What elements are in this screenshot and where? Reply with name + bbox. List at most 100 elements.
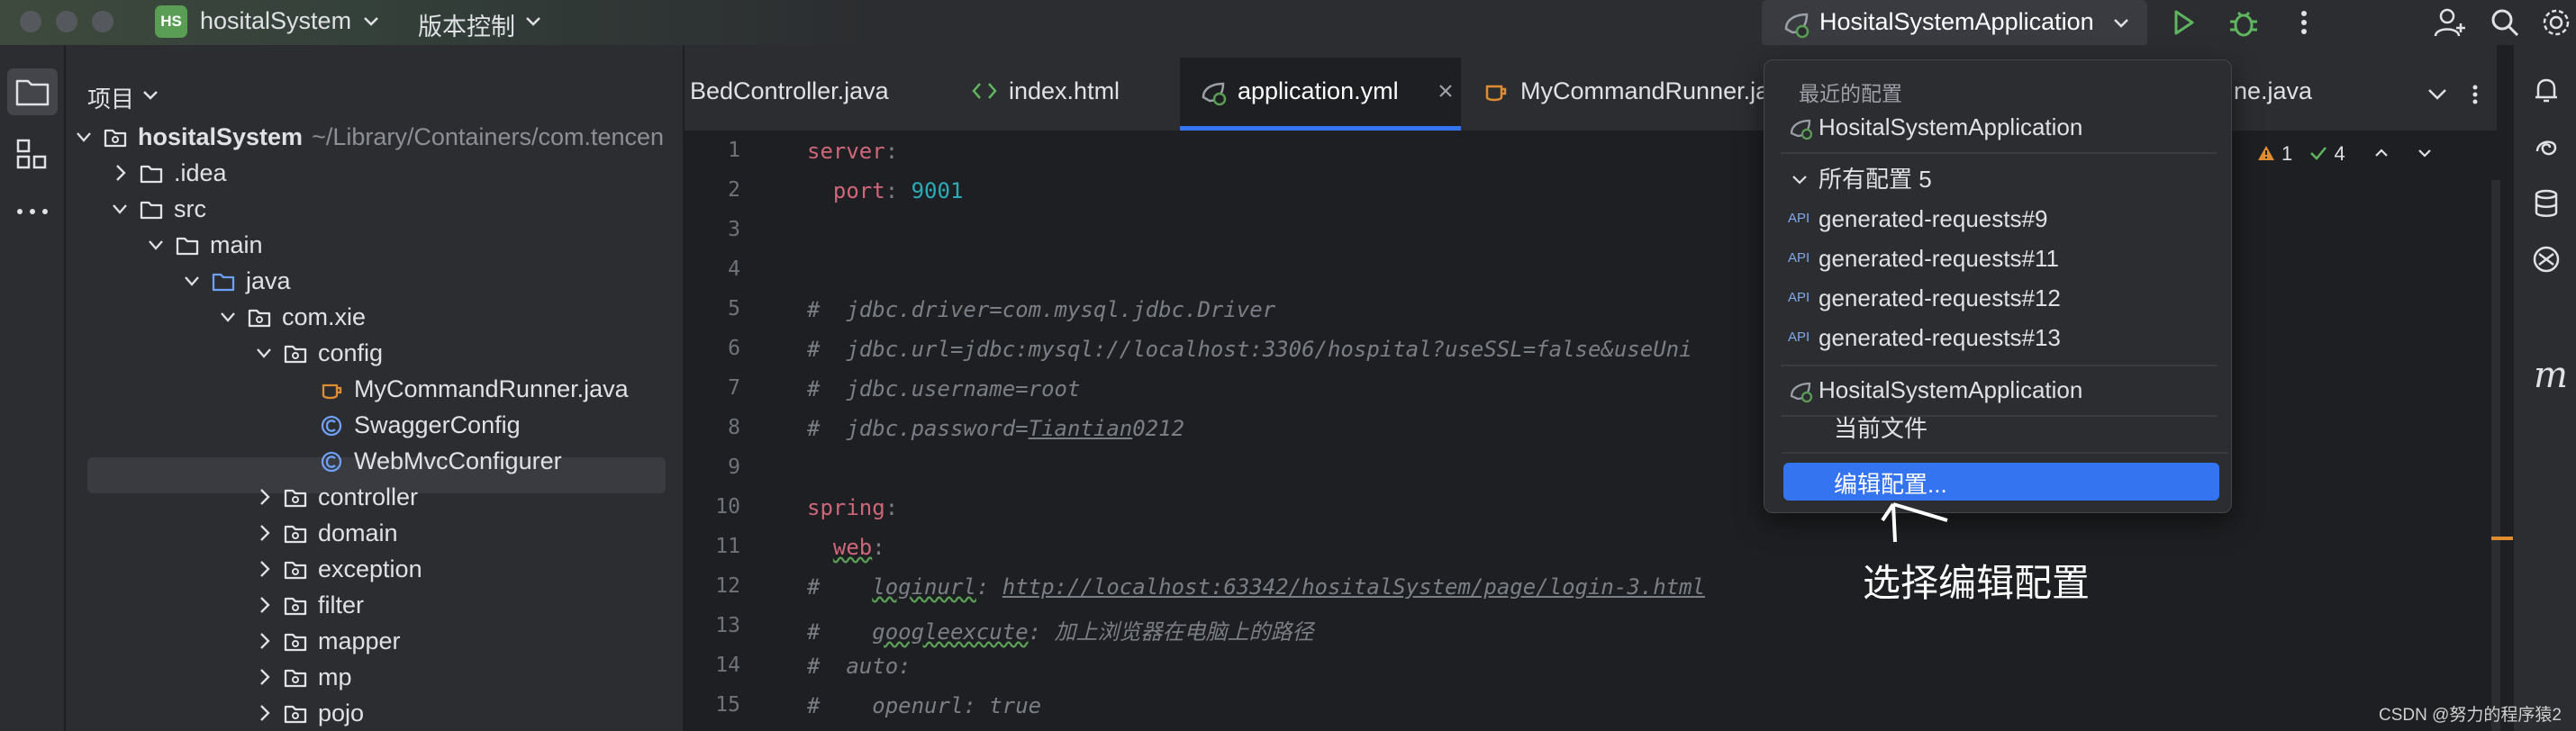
code-line-11[interactable]: web: [807, 535, 885, 560]
config-item[interactable]: API generated-requests#11 [1781, 240, 2217, 276]
notifications-icon[interactable] [2530, 74, 2562, 106]
chevron-down-icon[interactable] [75, 126, 93, 148]
chevron-down-icon[interactable] [111, 198, 129, 220]
tree-row[interactable]: MyCommandRunner.java [291, 371, 660, 407]
line-number: 6 [728, 337, 740, 360]
settings-icon[interactable] [2538, 5, 2574, 40]
chevron-right-icon[interactable] [255, 558, 273, 580]
chevron-right-icon[interactable] [255, 486, 273, 508]
debug-icon[interactable] [2227, 5, 2261, 40]
add-user-icon[interactable] [2432, 5, 2468, 40]
config-item[interactable]: API generated-requests#9 [1781, 201, 2217, 237]
tab-application-yml[interactable]: application.yml [1200, 72, 1461, 113]
code-line-10[interactable]: spring: [807, 495, 898, 520]
tab-ne-java[interactable]: ne.java [2234, 72, 2378, 113]
ai-assistant-icon[interactable] [2530, 131, 2562, 164]
database-icon[interactable] [2530, 187, 2562, 220]
chevron-down-icon[interactable] [255, 342, 273, 364]
chevron-down-icon[interactable] [524, 9, 542, 34]
tree-row[interactable]: java [183, 263, 660, 299]
tree-row[interactable]: .idea [111, 155, 660, 191]
code-line-1[interactable]: server: [807, 139, 898, 164]
run-configuration-selector[interactable]: HositalSystemApplication [1762, 0, 2147, 47]
chevron-down-icon[interactable] [219, 306, 237, 328]
config-item[interactable]: HositalSystemApplication [1781, 372, 2217, 408]
chevron-right-icon[interactable] [255, 522, 273, 544]
code-line-12[interactable]: # loginurl: http://localhost:63342/hosit… [807, 574, 1705, 600]
more-horizontal-icon[interactable] [13, 198, 52, 225]
tree-row[interactable]: config [255, 335, 660, 371]
tree-row[interactable]: WebMvcConfigurer [291, 443, 660, 479]
inspection-status[interactable]: 1 4 [2256, 142, 2434, 166]
code-line-2[interactable]: port: 9001 [807, 178, 964, 203]
tree-row[interactable]: SwaggerConfig [291, 407, 660, 443]
edit-configurations-item[interactable]: 编辑配置... [1783, 463, 2219, 501]
config-item[interactable]: API generated-requests#13 [1781, 320, 2217, 356]
close-window-button[interactable] [20, 11, 41, 32]
recent-configs-header: 最近的配置 [1799, 82, 1902, 105]
chevron-right-icon[interactable] [255, 630, 273, 652]
code-line-15[interactable]: # openurl: true [807, 693, 1041, 718]
tree-row[interactable]: mp [255, 659, 660, 695]
tree-row[interactable]: main [147, 227, 660, 263]
tree-row[interactable]: src [111, 191, 660, 227]
tree-row[interactable]: mapper [255, 623, 660, 659]
annotation-arrow-icon [1881, 502, 1948, 543]
code-line-14[interactable]: # auto: [807, 654, 912, 679]
tree-row[interactable]: pojo [255, 695, 660, 731]
code-line-13[interactable]: # googleexcute: 加上浏览器在电脑上的路径 [807, 614, 1314, 645]
maven-icon[interactable]: m [2534, 355, 2568, 396]
yaml-key: server [807, 139, 885, 164]
package-icon [284, 633, 307, 652]
tree-row[interactable]: controller [255, 479, 660, 515]
chevron-down-icon[interactable] [2416, 144, 2434, 162]
chevron-right-icon[interactable] [255, 594, 273, 616]
tab-mycommandrunner[interactable]: MyCommandRunner.ja [1483, 72, 1769, 113]
search-icon[interactable] [2488, 5, 2522, 40]
zoom-window-button[interactable] [92, 11, 113, 32]
panel-title[interactable]: 项目 [87, 81, 134, 114]
chevron-down-icon[interactable] [141, 85, 159, 106]
vertical-scrollbar[interactable] [2491, 180, 2500, 731]
tab-bedcontroller[interactable]: BedController.java [690, 72, 906, 113]
tree-row[interactable]: domain [255, 515, 660, 551]
chevron-up-icon[interactable] [2372, 144, 2390, 162]
tab-index-html[interactable]: index.html [971, 72, 1169, 113]
comment-link[interactable]: http://localhost:63342/hositalSystem/pag… [1002, 574, 1705, 600]
chevron-right-icon[interactable] [255, 702, 273, 724]
chevron-right-icon[interactable] [111, 162, 129, 184]
line-number: 10 [715, 495, 740, 519]
project-folder-icon[interactable] [14, 76, 50, 108]
tree-row[interactable]: hositalSystem ~/Library/Containers/com.te… [75, 119, 664, 155]
chevron-down-icon[interactable] [362, 9, 380, 34]
tree-label: MyCommandRunner.java [354, 375, 629, 402]
minimize-window-button[interactable] [56, 11, 77, 32]
chevron-down-icon[interactable] [183, 270, 201, 292]
more-vertical-icon[interactable] [2464, 81, 2486, 108]
config-item[interactable]: API generated-requests#12 [1781, 280, 2217, 316]
project-badge[interactable]: HS [155, 5, 187, 38]
tree-row[interactable]: com.xie [219, 299, 660, 335]
chevron-right-icon[interactable] [255, 666, 273, 688]
more-vertical-icon[interactable] [2288, 5, 2320, 40]
close-tab-icon[interactable] [1436, 81, 1456, 101]
tree-row[interactable]: exception [255, 551, 660, 587]
run-icon[interactable] [2167, 5, 2200, 40]
chevron-down-icon[interactable] [147, 234, 165, 256]
all-configs-group[interactable]: 所有配置 5 [1781, 161, 2217, 197]
code-line-5[interactable]: # jdbc.driver=com.mysql.jdbc.Driver [807, 297, 1275, 322]
recent-config-item[interactable]: HositalSystemApplication [1781, 109, 2217, 145]
current-file-item[interactable]: 当前文件 [1780, 411, 2216, 447]
chevron-down-icon[interactable] [2425, 83, 2450, 104]
tree-row[interactable]: filter [255, 587, 660, 623]
structure-icon[interactable] [14, 137, 50, 173]
code-line-6[interactable]: # jdbc.url=jdbc:mysql://localhost:3306/h… [807, 337, 1692, 362]
code-line-8[interactable]: # jdbc.password=Tiantian0212 [807, 416, 1184, 441]
title-bar: HS hositalSystem 版本控制 HositalSystemAppli… [0, 0, 2576, 47]
gradle-icon[interactable] [2530, 243, 2562, 275]
project-name-menu[interactable]: hositalSystem [200, 7, 351, 35]
vcs-menu[interactable]: 版本控制 [418, 7, 515, 42]
spring-boot-icon [1790, 119, 1813, 140]
http-request-icon: API [1788, 250, 1810, 266]
code-line-7[interactable]: # jdbc.username=root [807, 376, 1080, 402]
